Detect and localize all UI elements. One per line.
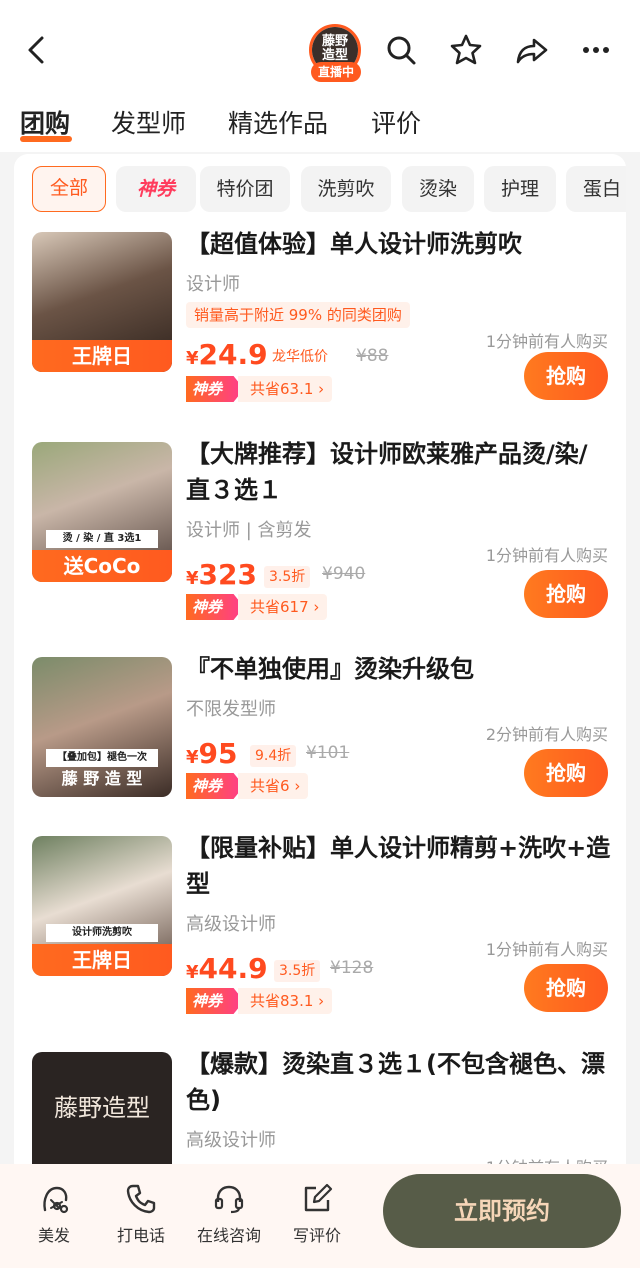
chip-perm-dye[interactable]: 烫染: [402, 166, 474, 212]
savings-tag[interactable]: 共省63.1 ›: [238, 376, 333, 402]
deal-item[interactable]: 王牌日 【超值体验】单人设计师洗剪吹 设计师 销量高于附近 99% 的同类团购 …: [14, 230, 626, 422]
deal-subtitle: 设计师 | 含剪发: [186, 520, 312, 541]
discount-tag: 9.4折: [250, 745, 297, 767]
coupon-tag: 神券: [186, 594, 244, 620]
buy-button[interactable]: 抢购: [524, 964, 608, 1012]
deal-thumbnail: 藤野造型: [32, 1052, 172, 1164]
bottom-action-bar: 美发 打电话 在线咨询 写评价 立即预约: [0, 1164, 640, 1268]
top-bar: 藤野 造型 直播中: [0, 0, 640, 100]
original-price: ¥88: [356, 346, 389, 366]
book-now-button[interactable]: 立即预约: [383, 1174, 621, 1248]
deal-thumbnail: 王牌日: [32, 232, 172, 372]
deal-title: 【限量补贴】单人设计师精剪+洗吹+造型: [186, 834, 611, 898]
coupon-tag: 神券: [186, 376, 244, 402]
coupon-tag: 神券: [186, 988, 244, 1014]
recent-purchase: 1分钟前有人购买: [486, 1154, 608, 1164]
brand-text: 藤野造型: [54, 1094, 150, 1122]
buy-button[interactable]: 抢购: [524, 749, 608, 797]
original-price: ¥128: [330, 958, 374, 978]
write-review-label: 写评价: [292, 1226, 341, 1245]
chip-coupon[interactable]: 神券: [116, 166, 196, 212]
call-label: 打电话: [116, 1226, 165, 1245]
tab-reviews[interactable]: 评价: [371, 104, 421, 140]
recent-purchase: 1分钟前有人购买: [485, 546, 608, 565]
savings-tag[interactable]: 共省6 ›: [238, 773, 309, 799]
recent-purchase: 1分钟前有人购买: [485, 332, 608, 351]
back-icon[interactable]: [20, 32, 56, 68]
thumbnail-caption: 烫 / 染 / 直 3选1: [46, 530, 158, 548]
coupon-tag: 神券: [186, 773, 244, 799]
original-price: ¥101: [306, 743, 350, 763]
tab-stylists[interactable]: 发型师: [111, 104, 186, 140]
deal-thumbnail: 设计师洗剪吹 王牌日: [32, 836, 172, 976]
call-button[interactable]: 打电话: [101, 1182, 181, 1246]
deal-item[interactable]: 设计师洗剪吹 王牌日 【限量补贴】单人设计师精剪+洗吹+造型 高级设计师 1分钟…: [14, 834, 626, 1026]
recent-purchase: 2分钟前有人购买: [485, 725, 608, 744]
category-chips: 全部 神券 特价团 洗剪吹 烫染 护理 蛋白: [14, 166, 626, 214]
discount-tag: 3.5折: [264, 566, 311, 588]
write-review-button[interactable]: 写评价: [277, 1182, 357, 1246]
headset-icon: [214, 1185, 244, 1214]
original-price: ¥940: [322, 564, 366, 584]
deal-ribbon: 王牌日: [32, 944, 172, 976]
star-icon[interactable]: [448, 32, 484, 68]
search-icon[interactable]: [383, 32, 419, 68]
buy-button[interactable]: 抢购: [524, 352, 608, 400]
live-badge: 直播中: [311, 62, 361, 82]
online-consult-button[interactable]: 在线咨询: [189, 1182, 269, 1246]
deal-title: 【爆款】烫染直３选１(不包含褪色、漂色): [186, 1050, 605, 1114]
savings-tag[interactable]: 共省617 ›: [238, 594, 328, 620]
deal-item[interactable]: 藤野造型 【爆款】烫染直３选１(不包含褪色、漂色) 高级设计师 1分钟前有人购买: [14, 1050, 626, 1164]
active-tab-indicator: [20, 136, 72, 142]
deal-title: 【大牌推荐】设计师欧莱雅产品烫/染/直３选１: [186, 440, 588, 504]
savings-tag[interactable]: 共省83.1 ›: [238, 988, 333, 1014]
share-icon[interactable]: [514, 32, 550, 68]
tab-featured-works[interactable]: 精选作品: [228, 104, 328, 140]
phone-icon: [126, 1184, 156, 1214]
chip-wash-cut-blow[interactable]: 洗剪吹: [301, 166, 391, 212]
deal-item[interactable]: 烫 / 染 / 直 3选1 送CoCo 【大牌推荐】设计师欧莱雅产品烫/染/直３…: [14, 440, 626, 632]
deal-ribbon: 王牌日: [32, 340, 172, 372]
deal-list-card: 全部 神券 特价团 洗剪吹 烫染 护理 蛋白 王牌日 【超值体验】单人设计师洗剪…: [14, 154, 626, 1164]
deal-price: ¥24.9: [186, 338, 268, 371]
section-tabs: 团购 发型师 精选作品 评价: [0, 100, 640, 152]
deal-subtitle: 高级设计师: [186, 1130, 276, 1151]
deal-title: 『不单独使用』烫染升级包: [186, 655, 474, 683]
haircut-label: 美发: [37, 1226, 70, 1245]
online-consult-label: 在线咨询: [196, 1226, 261, 1245]
deal-subtitle: 不限发型师: [186, 699, 276, 720]
edit-icon: [304, 1183, 333, 1212]
haircut-icon: [43, 1186, 69, 1214]
deal-price: ¥95: [186, 737, 238, 770]
tab-group-buy[interactable]: 团购: [20, 104, 70, 140]
deal-item[interactable]: 【叠加包】褪色一次 藤 野 造 型 『不单独使用』烫染升级包 不限发型师 2分钟…: [14, 655, 626, 817]
discount-tag: 3.5折: [274, 960, 321, 982]
deal-thumbnail: 【叠加包】褪色一次 藤 野 造 型: [32, 657, 172, 797]
buy-button[interactable]: 抢购: [524, 570, 608, 618]
deal-subtitle: 设计师: [186, 274, 240, 295]
deal-price: ¥323: [186, 558, 257, 591]
chip-all[interactable]: 全部: [32, 166, 106, 212]
brand-text: 藤 野 造 型: [61, 769, 143, 788]
deal-title: 【超值体验】单人设计师洗剪吹: [186, 230, 522, 258]
deal-ribbon: 送CoCo: [32, 550, 172, 582]
deal-thumbnail: 烫 / 染 / 直 3选1 送CoCo: [32, 442, 172, 582]
deal-subtitle: 高级设计师: [186, 914, 276, 935]
chip-care[interactable]: 护理: [484, 166, 556, 212]
chip-special-deal[interactable]: 特价团: [200, 166, 290, 212]
chip-protein[interactable]: 蛋白: [566, 166, 626, 212]
discount-tag: 龙华低价: [272, 349, 328, 365]
thumbnail-caption: 设计师洗剪吹: [46, 924, 158, 942]
recent-purchase: 1分钟前有人购买: [485, 940, 608, 959]
sales-rank-tag: 销量高于附近 99% 的同类团购: [186, 302, 410, 328]
more-icon[interactable]: [578, 32, 614, 68]
deal-price: ¥44.9: [186, 952, 268, 985]
haircut-button[interactable]: 美发: [14, 1182, 94, 1246]
